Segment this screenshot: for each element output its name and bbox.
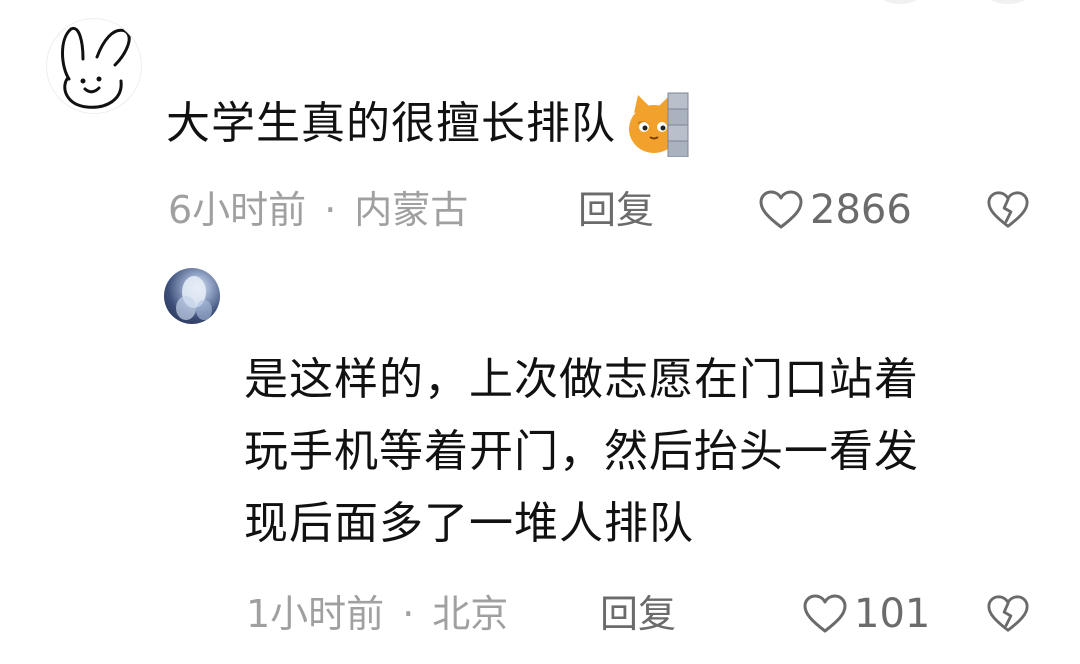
meta-separator: · (402, 592, 415, 636)
comment-location: 内蒙古 (354, 188, 469, 232)
peeking-cat-emoji (629, 92, 689, 157)
heart-outline-icon (759, 190, 803, 229)
broken-heart-icon (987, 191, 1029, 228)
like-button[interactable]: 2866 (758, 188, 912, 232)
reply-body: 是这样的，上次做志愿在门口站着 玩手机等着开门，然后抬头一看发 现后面多了一堆人… (244, 344, 1044, 560)
reply-text-line: 玩手机等着开门，然后抬头一看发 (244, 426, 919, 477)
reply-dislike-button[interactable] (986, 592, 1030, 636)
reply-meta: 1小时前 · 北京 (246, 592, 508, 636)
dislike-button[interactable] (986, 188, 1030, 232)
heart-outline-icon (803, 594, 847, 633)
reply-commenter-avatar[interactable] (164, 268, 220, 324)
reply-text-line: 是这样的，上次做志愿在门口站着 (244, 354, 919, 405)
meta-separator: · (324, 188, 337, 232)
bunny-doodle-icon (61, 26, 131, 109)
broken-heart-icon (987, 595, 1029, 632)
reply-time: 1小时前 (246, 592, 385, 636)
previous-item-edge (0, 0, 1080, 6)
cut-off-element (880, 0, 920, 4)
cut-off-element (988, 0, 1028, 4)
reply-text-line: 现后面多了一堆人排队 (244, 498, 694, 549)
commenter-avatar[interactable] (46, 18, 142, 114)
user-avatar-photo (176, 276, 212, 320)
reply-to-reply-button[interactable]: 回复 (600, 592, 676, 636)
comment-body: 大学生真的很擅长排队 (166, 88, 690, 160)
like-count: 2866 (810, 187, 912, 233)
comment-text: 大学生真的很擅长排队 (166, 98, 616, 149)
reply-location: 北京 (432, 592, 509, 636)
comment-time: 6小时前 (168, 188, 307, 232)
comment-meta: 6小时前 · 内蒙古 (168, 188, 468, 232)
reply-like-count: 101 (854, 591, 931, 637)
reply-button[interactable]: 回复 (578, 188, 654, 232)
reply-like-button[interactable]: 101 (802, 592, 930, 636)
